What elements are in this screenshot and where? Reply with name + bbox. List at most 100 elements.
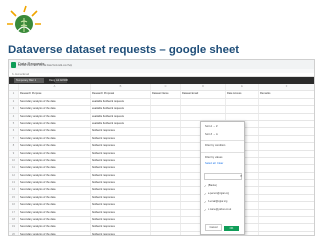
row-number[interactable]: 8	[9, 143, 19, 150]
table-cell[interactable]: fieldwork responses	[91, 143, 151, 150]
table-cell[interactable]	[259, 224, 314, 230]
menu-bar[interactable]: File Edit View Insert Format Data Tools …	[18, 65, 72, 67]
table-cell[interactable]	[259, 128, 314, 134]
table-cell[interactable]	[151, 172, 181, 180]
row-number[interactable]: 13	[9, 180, 19, 187]
table-cell[interactable]	[151, 120, 181, 128]
table-cell[interactable]	[259, 99, 314, 105]
row-number[interactable]: 1	[9, 91, 19, 98]
table-cell[interactable]: Secondary analysis of the data	[19, 209, 91, 217]
values-search-input[interactable]	[204, 173, 242, 180]
table-cell[interactable]	[151, 194, 181, 202]
table-cell[interactable]: Secondary analysis of the data	[19, 106, 91, 113]
clear-link[interactable]: Clear	[217, 162, 223, 165]
table-cell[interactable]: fieldwork responses	[91, 224, 151, 231]
table-cell[interactable]: fieldwork responses	[91, 194, 151, 202]
cancel-button[interactable]: Cancel	[205, 224, 222, 231]
row-number[interactable]: 20	[9, 231, 19, 235]
header-cell[interactable]: Research Purpose	[19, 91, 91, 98]
table-cell[interactable]: Secondary analysis of the data	[19, 217, 91, 224]
table-cell[interactable]	[151, 150, 181, 157]
table-cell[interactable]: fieldwork responses	[91, 157, 151, 165]
table-cell[interactable]	[259, 232, 314, 235]
table-cell[interactable]	[181, 98, 226, 106]
table-cell[interactable]	[259, 195, 314, 201]
table-cell[interactable]	[151, 224, 181, 231]
table-cell[interactable]: Secondary analysis of the data	[19, 135, 91, 143]
table-cell[interactable]	[151, 165, 181, 172]
checkbox-icon[interactable]: ✓	[204, 200, 206, 204]
column-letter[interactable]: B	[91, 84, 151, 91]
table-cell[interactable]	[181, 106, 226, 113]
table-cell[interactable]	[259, 136, 314, 142]
range-input[interactable]: A1:AD300	[55, 78, 68, 83]
table-cell[interactable]	[259, 173, 314, 179]
table-cell[interactable]: fieldwork responses	[91, 209, 151, 217]
table-cell[interactable]: Secondary analysis of the data	[19, 143, 91, 150]
table-cell[interactable]: fieldwork responses	[91, 150, 151, 157]
column-letter[interactable]: F	[259, 84, 314, 91]
checkbox-icon[interactable]: ✓	[204, 184, 206, 188]
table-cell[interactable]	[259, 114, 314, 120]
table-cell[interactable]	[151, 135, 181, 143]
table-cell[interactable]	[259, 217, 314, 223]
table-cell[interactable]: fieldwork responses	[91, 180, 151, 187]
table-cell[interactable]: Secondary analysis of the data	[19, 231, 91, 235]
table-cell[interactable]: Secondary analysis of the data	[19, 98, 91, 106]
header-cell[interactable]: Dataset Name	[151, 91, 181, 98]
table-cell[interactable]: Secondary analysis of the data	[19, 187, 91, 194]
header-cell[interactable]: Research Proposal	[91, 91, 151, 98]
table-cell[interactable]: Secondary analysis of the data	[19, 128, 91, 135]
table-cell[interactable]: Secondary analysis of the data	[19, 120, 91, 128]
table-cell[interactable]	[259, 151, 314, 157]
table-cell[interactable]	[259, 187, 314, 193]
filter-view-name[interactable]: Temporary filter 1	[14, 78, 44, 83]
column-letter[interactable]: A	[19, 84, 91, 91]
row-number[interactable]: 11	[9, 165, 19, 172]
filter-by-values-option[interactable]: Filter by values	[205, 156, 222, 159]
table-cell[interactable]: fieldwork responses	[91, 217, 151, 224]
table-cell[interactable]: available fieldwork requests	[91, 106, 151, 113]
table-cell[interactable]	[151, 187, 181, 194]
table-cell[interactable]: Secondary analysis of the data	[19, 157, 91, 165]
table-cell[interactable]: Secondary analysis of the data	[19, 113, 91, 120]
row-number[interactable]: 16	[9, 202, 19, 209]
column-letter[interactable]: E	[226, 84, 259, 91]
table-cell[interactable]: fieldwork responses	[91, 135, 151, 143]
table-cell[interactable]	[259, 165, 314, 171]
table-cell[interactable]: available fieldwork requests	[91, 98, 151, 106]
table-cell[interactable]	[151, 217, 181, 224]
table-cell[interactable]	[259, 210, 314, 216]
row-number[interactable]: 4	[9, 113, 19, 120]
row-number[interactable]: 19	[9, 224, 19, 231]
table-cell[interactable]: Secondary analysis of the data	[19, 172, 91, 180]
table-cell[interactable]	[151, 113, 181, 120]
row-number[interactable]: 9	[9, 150, 19, 157]
table-cell[interactable]: fieldwork responses	[91, 128, 151, 135]
row-number[interactable]: 12	[9, 172, 19, 180]
row-number[interactable]: 6	[9, 128, 19, 135]
table-cell[interactable]	[226, 98, 259, 106]
header-cell[interactable]: Remarks	[259, 91, 314, 97]
row-number[interactable]: 2	[9, 98, 19, 106]
table-cell[interactable]: fieldwork responses	[91, 202, 151, 209]
table-cell[interactable]: Secondary analysis of the data	[19, 224, 91, 231]
table-cell[interactable]: fieldwork responses	[91, 187, 151, 194]
table-cell[interactable]: fieldwork responses	[91, 172, 151, 180]
table-cell[interactable]	[259, 121, 314, 127]
table-cell[interactable]	[181, 113, 226, 120]
table-cell[interactable]	[259, 143, 314, 149]
filter-by-condition-option[interactable]: Filter by condition	[205, 144, 225, 147]
table-cell[interactable]	[259, 202, 314, 208]
table-cell[interactable]: available fieldwork requests	[91, 120, 151, 128]
table-cell[interactable]	[151, 143, 181, 150]
row-number[interactable]: 3	[9, 106, 19, 113]
table-cell[interactable]	[151, 202, 181, 209]
header-cell[interactable]: Dataset Email	[181, 91, 226, 98]
column-letter[interactable]: C	[151, 84, 181, 91]
table-cell[interactable]: available fieldwork requests	[91, 113, 151, 120]
row-number[interactable]: 18	[9, 217, 19, 224]
table-cell[interactable]	[151, 128, 181, 135]
checkbox-icon[interactable]: ✓	[204, 208, 206, 212]
row-number[interactable]: 5	[9, 120, 19, 128]
